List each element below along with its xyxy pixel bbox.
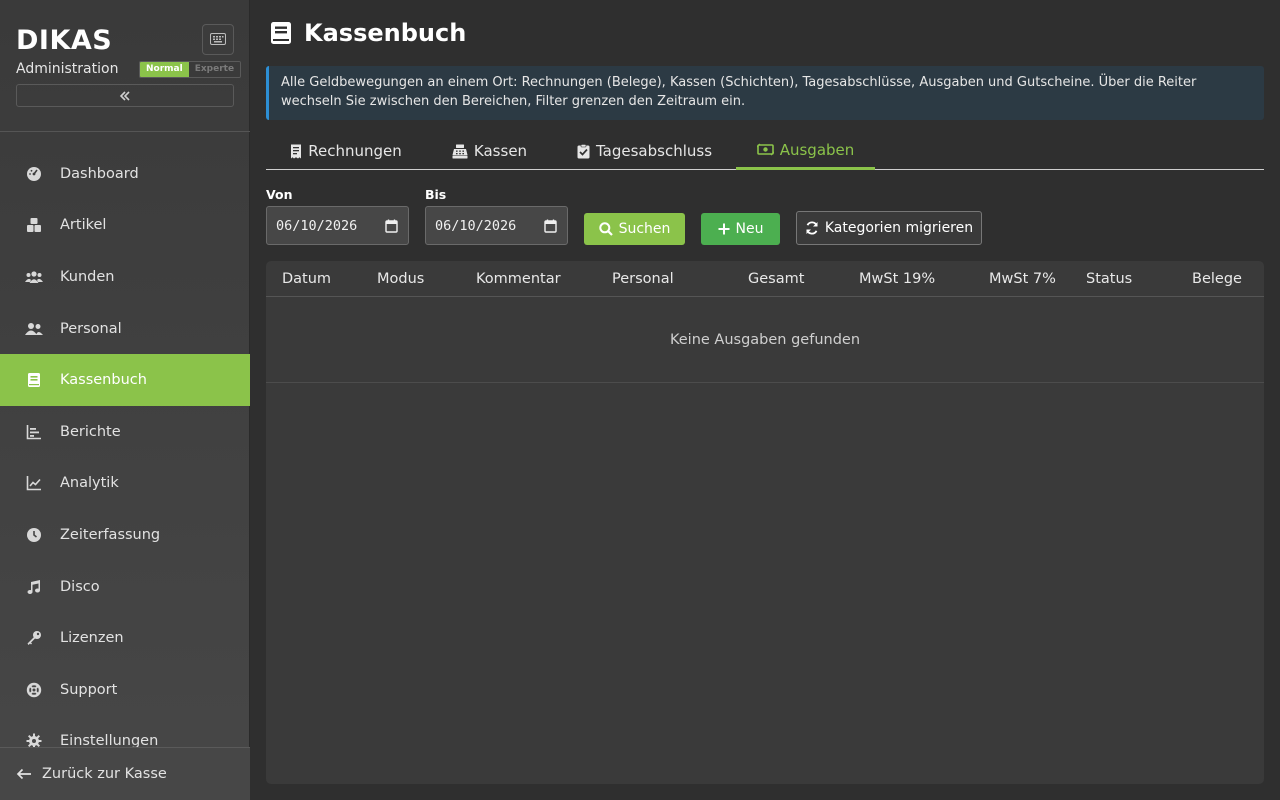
sidebar-item-label: Zeiterfassung (60, 526, 161, 543)
book-icon (270, 21, 292, 45)
new-button[interactable]: Neu (701, 213, 780, 245)
from-date-label: Von (266, 187, 293, 202)
to-date-value: 06/10/2026 (435, 217, 517, 234)
sidebar-item-zeiterfassung[interactable]: Zeiterfassung (0, 509, 250, 561)
page-title: Kassenbuch (270, 16, 466, 50)
page-title-text: Kassenbuch (304, 19, 467, 47)
music-icon (24, 577, 44, 597)
tab-label: Kassen (473, 142, 528, 160)
sidebar-item-label: Kunden (60, 268, 115, 285)
brand: DIKAS (16, 24, 112, 58)
users-icon (24, 267, 44, 287)
sidebar-item-label: Disco (60, 578, 100, 595)
column-header-personal[interactable]: Personal (612, 261, 674, 297)
book-icon (24, 370, 44, 390)
column-header-kommentar[interactable]: Kommentar (476, 261, 561, 297)
column-header-datum[interactable]: Datum (282, 261, 331, 297)
search-icon (598, 222, 613, 236)
sidebar-item-label: Dashboard (60, 165, 139, 182)
tab-ausgaben[interactable]: Ausgaben (736, 132, 875, 170)
back-to-register-link[interactable]: Zurück zur Kasse (0, 747, 250, 800)
app-subtitle: Administration (16, 61, 119, 77)
to-date-label: Bis (425, 187, 447, 202)
bar-chart-icon (24, 422, 44, 442)
back-to-register-label: Zurück zur Kasse (42, 766, 167, 782)
from-date-value: 06/10/2026 (276, 217, 358, 234)
table-header: Datum Modus Kommentar Personal Gesamt Mw… (266, 261, 1264, 297)
migrate-categories-button[interactable]: Kategorien migrieren (796, 211, 982, 245)
column-header-mwst-7[interactable]: MwSt 7% (989, 261, 1056, 297)
to-date-input[interactable]: 06/10/2026 (425, 206, 568, 245)
info-alert: Alle Geldbewegungen an einem Ort: Rechnu… (266, 66, 1264, 120)
tab-label: Ausgaben (779, 140, 855, 159)
tab-bar: Rechnungen Kassen Tagesabschluss Ausgabe… (266, 132, 1264, 170)
tab-tagesabschluss[interactable]: Tagesabschluss (553, 132, 736, 170)
plus-icon (718, 223, 730, 235)
user-group-icon (24, 319, 44, 339)
lifebuoy-icon (24, 680, 44, 700)
mode-expert-option[interactable]: Experte (188, 62, 241, 77)
boxes-icon (24, 215, 44, 235)
empty-state-message: Keine Ausgaben gefunden (266, 298, 1264, 383)
clock-icon (24, 525, 44, 545)
keyboard-icon (210, 30, 226, 49)
sidebar-item-personal[interactable]: Personal (0, 303, 250, 355)
sidebar-divider (0, 131, 250, 132)
main-content: Kassenbuch Alle Geldbewegungen an einem … (250, 0, 1280, 800)
clipboard-check-icon (577, 143, 590, 159)
sidebar-item-support[interactable]: Support (0, 664, 250, 716)
search-button-label: Suchen (618, 221, 671, 237)
key-icon (24, 628, 44, 648)
tab-label: Rechnungen (308, 142, 402, 160)
column-header-modus[interactable]: Modus (377, 261, 424, 297)
collapse-sidebar-button[interactable] (16, 84, 234, 107)
column-header-gesamt[interactable]: Gesamt (748, 261, 804, 297)
column-header-mwst-19[interactable]: MwSt 19% (859, 261, 935, 297)
expenses-table: Datum Modus Kommentar Personal Gesamt Mw… (266, 261, 1264, 784)
gear-icon (24, 731, 44, 748)
sidebar-item-artikel[interactable]: Artikel (0, 200, 250, 252)
dashboard-icon (24, 164, 44, 184)
arrow-left-icon (16, 768, 32, 780)
sidebar-item-label: Support (60, 681, 118, 698)
sidebar-item-kunden[interactable]: Kunden (0, 251, 250, 303)
sidebar-item-label: Kassenbuch (60, 372, 147, 389)
sidebar-item-label: Analytik (60, 475, 119, 492)
sidebar-item-label: Lizenzen (60, 630, 124, 647)
search-button[interactable]: Suchen (584, 213, 685, 245)
sidebar-item-einstellungen[interactable]: Einstellungen (0, 716, 250, 748)
sidebar-item-lizenzen[interactable]: Lizenzen (0, 612, 250, 664)
calendar-icon[interactable] (385, 219, 398, 233)
mode-toggle[interactable]: Normal Experte (139, 61, 242, 78)
sidebar-item-label: Berichte (60, 423, 121, 440)
sidebar: DIKAS Administration Normal Experte Dash… (0, 0, 250, 800)
refresh-icon (805, 221, 819, 235)
tab-label: Tagesabschluss (595, 142, 713, 160)
keyboard-button[interactable] (202, 24, 234, 55)
new-button-label: Neu (735, 221, 764, 237)
sidebar-item-label: Einstellungen (60, 733, 159, 748)
sidebar-item-disco[interactable]: Disco (0, 561, 250, 613)
from-date-input[interactable]: 06/10/2026 (266, 206, 409, 245)
tab-kassen[interactable]: Kassen (426, 132, 553, 170)
tab-rechnungen[interactable]: Rechnungen (266, 132, 426, 170)
money-bill-icon (756, 143, 774, 156)
line-chart-icon (24, 473, 44, 493)
sidebar-nav: Dashboard Artikel Kunden Personal Kassen… (0, 148, 250, 748)
sidebar-item-dashboard[interactable]: Dashboard (0, 148, 250, 200)
sidebar-item-label: Personal (60, 320, 122, 337)
sidebar-item-berichte[interactable]: Berichte (0, 406, 250, 458)
column-header-belege[interactable]: Belege (1192, 261, 1242, 297)
sidebar-item-label: Artikel (60, 217, 107, 234)
mode-normal-option[interactable]: Normal (140, 62, 189, 77)
sidebar-item-kassenbuch[interactable]: Kassenbuch (0, 354, 250, 406)
cash-register-icon (452, 144, 468, 159)
logo: DIKAS (16, 25, 113, 56)
sidebar-item-analytik[interactable]: Analytik (0, 458, 250, 510)
column-header-status[interactable]: Status (1086, 261, 1132, 297)
migrate-button-label: Kategorien migrieren (824, 220, 974, 236)
calendar-icon[interactable] (544, 219, 557, 233)
receipt-icon (290, 144, 302, 159)
chevrons-left-icon (119, 86, 131, 105)
